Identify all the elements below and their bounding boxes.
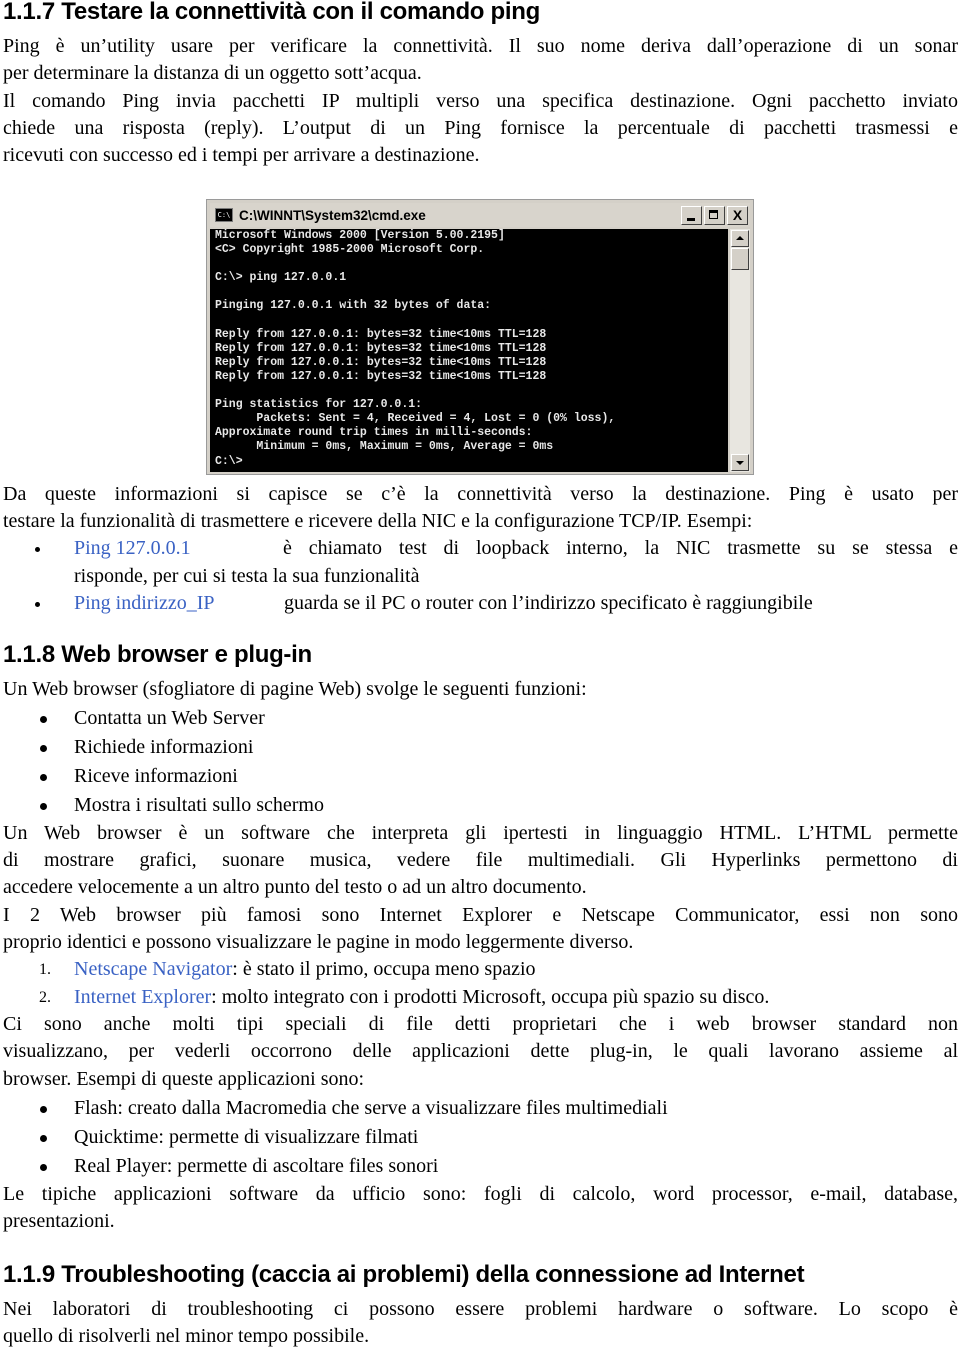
browser-description: : molto integrato con i prodotti Microso… xyxy=(211,985,770,1008)
bullet-icon xyxy=(40,1106,47,1113)
list-item: Richiede informazioni xyxy=(3,733,958,762)
list-item-text: Riceve informazioni xyxy=(74,765,238,787)
paragraph-line: browser. Esempi di queste applicazioni s… xyxy=(3,1068,365,1090)
list-item: Ping 127.0.0.1 è chiamato test di loopba… xyxy=(3,535,958,563)
cmd-title-bar: C:\ C:\WINNT\System32\cmd.exe X xyxy=(210,203,750,227)
paragraph-line: Da queste informazioni si capisce se c’è… xyxy=(3,483,958,505)
list-item: Contatta un Web Server xyxy=(3,704,958,733)
paragraph-line: presentazioni. xyxy=(3,1210,115,1232)
bullet-icon xyxy=(40,1164,47,1171)
list-item-text: Real Player: permette di ascoltare files… xyxy=(74,1155,439,1177)
example-description-continued: risponde, per cui si testa la sua funzio… xyxy=(74,564,420,587)
section-heading-119: 1.1.9 Troubleshooting (caccia ai problem… xyxy=(3,1261,805,1288)
paragraph-line: chiede una risposta (reply). L’output di… xyxy=(3,117,958,139)
paragraph-line: Il comando Ping invia pacchetti IP multi… xyxy=(3,90,958,112)
paragraph-line: ricevuti con successo ed i tempi per arr… xyxy=(3,144,480,166)
paragraph-line: Un Web browser (sfogliatore di pagine We… xyxy=(3,678,587,700)
paragraph-line: di mostrare grafici, suonare musica, ved… xyxy=(3,849,958,871)
paragraph-line: Le tipiche applicazioni software da uffi… xyxy=(3,1183,958,1205)
example-description: guarda se il PC o router con l’indirizzo… xyxy=(284,592,813,614)
example-description: è chiamato test di loopback interno, la … xyxy=(283,537,958,559)
bullet-icon xyxy=(40,745,47,752)
console-output: Microsoft Windows 2000 [Version 5.00.219… xyxy=(210,229,728,472)
list-item: 1. Netscape Navigator: è stato il primo, … xyxy=(3,956,958,984)
bullet-icon xyxy=(40,716,47,723)
paragraph-line: Nei laboratori di troubleshooting ci pos… xyxy=(3,1298,958,1320)
list-item: Riceve informazioni xyxy=(3,762,958,791)
paragraph-line: Ci sono anche molti tipi speciali di fil… xyxy=(3,1013,958,1035)
vertical-scrollbar[interactable] xyxy=(730,229,750,472)
paragraph-line: Un Web browser è un software che interpr… xyxy=(3,822,958,844)
plugins-list: Flash: creato dalla Macromedia che serve… xyxy=(3,1094,958,1181)
list-item-text: Quicktime: permette di visualizzare film… xyxy=(74,1126,419,1148)
console-app-icon: C:\ xyxy=(215,208,233,222)
list-item: Flash: creato dalla Macromedia che serve… xyxy=(3,1094,958,1123)
paragraph-line: proprio identici e possono visualizzare … xyxy=(3,931,634,953)
list-number: 2. xyxy=(39,988,51,1006)
paragraph-line: quello di risolverli nel minor tempo pos… xyxy=(3,1325,370,1347)
list-item-text: Flash: creato dalla Macromedia che serve… xyxy=(74,1097,668,1119)
list-item: Ping indirizzo_IP guarda se il PC o rout… xyxy=(3,590,958,618)
section-heading-117: 1.1.7 Testare la connettività con il com… xyxy=(3,0,540,25)
ping-command-example: Ping 127.0.0.1 xyxy=(74,537,191,559)
bullet-icon xyxy=(40,803,47,810)
list-item-text: Richiede informazioni xyxy=(74,736,254,758)
section-heading-118: 1.1.8 Web browser e plug-in xyxy=(3,641,312,668)
list-item: Mostra i risultati sullo schermo xyxy=(3,791,958,820)
cmd-window-title: C:\WINNT\System32\cmd.exe xyxy=(239,207,426,223)
browser-name: Netscape Navigator xyxy=(74,958,233,980)
paragraph-line: visualizzano, per vederli occorrono dell… xyxy=(3,1040,958,1062)
scroll-up-arrow-icon[interactable] xyxy=(731,230,749,247)
minimize-button[interactable] xyxy=(681,205,702,225)
bullet-icon xyxy=(35,547,40,552)
list-item-text: Mostra i risultati sullo schermo xyxy=(74,794,324,816)
paragraph-line: testare la funzionalità di trasmettere e… xyxy=(3,510,753,532)
maximize-button[interactable] xyxy=(704,205,725,225)
list-item: 2. Internet Explorer: molto integrato con… xyxy=(3,984,958,1012)
bullet-icon xyxy=(35,602,40,607)
scroll-down-arrow-icon[interactable] xyxy=(731,454,749,471)
paragraph-line: accedere velocemente a un altro punto de… xyxy=(3,876,587,898)
paragraph-line: I 2 Web browser più famosi sono Internet… xyxy=(3,904,958,926)
list-item: Real Player: permette di ascoltare files… xyxy=(3,1152,958,1181)
cmd-window: C:\ C:\WINNT\System32\cmd.exe X Microsof… xyxy=(206,199,754,475)
browser-description: : è stato il primo, occupa meno spazio xyxy=(232,958,536,980)
browser-functions-list: Contatta un Web Server Richiede informazi… xyxy=(3,704,958,820)
list-number: 1. xyxy=(39,961,51,978)
ping-examples-list: Ping 127.0.0.1 è chiamato test di loopba… xyxy=(3,535,958,618)
ping-command-example: Ping indirizzo_IP xyxy=(74,592,215,614)
bullet-icon xyxy=(40,774,47,781)
console-text: Microsoft Windows 2000 [Version 5.00.219… xyxy=(215,229,616,468)
browser-name: Internet Explorer xyxy=(74,985,212,1008)
browsers-list: 1. Netscape Navigator: è stato il primo, … xyxy=(3,956,958,1011)
close-button[interactable]: X xyxy=(727,205,748,225)
paragraph-line: Ping è un’utility usare per verificare l… xyxy=(3,35,958,57)
paragraph-line: per determinare la distanza di un oggett… xyxy=(3,62,422,84)
scrollbar-thumb[interactable] xyxy=(731,248,749,270)
list-item: Quicktime: permette di visualizzare film… xyxy=(3,1123,958,1152)
list-item-text: Contatta un Web Server xyxy=(74,707,265,729)
bullet-icon xyxy=(40,1135,47,1142)
